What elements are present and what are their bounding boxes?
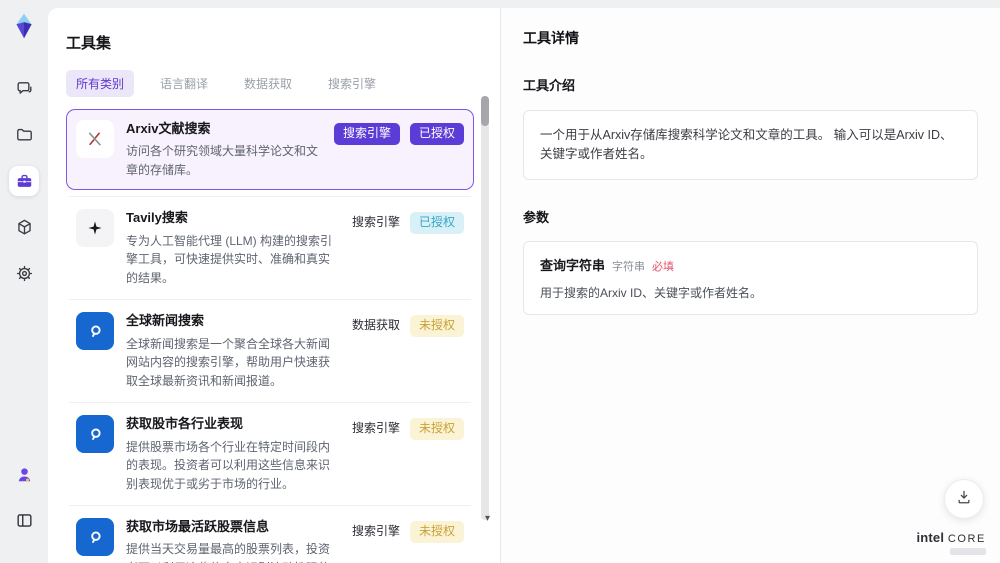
category-badge: 数据获取 bbox=[351, 318, 400, 333]
tool-title: 全球新闻搜索 bbox=[126, 313, 205, 329]
brand-core-text: CORE bbox=[947, 533, 986, 545]
sidebar-item-toolset[interactable] bbox=[9, 166, 39, 196]
tab-translation[interactable]: 语言翻译 bbox=[150, 70, 218, 97]
sidebar-item-collapse[interactable] bbox=[9, 505, 39, 535]
arxiv-logo-icon bbox=[76, 120, 114, 158]
tool-title: 获取股市各行业表现 bbox=[126, 416, 244, 432]
tool-intro-box: 一个用于从Arxiv存储库搜索科学论文和文章的工具。 输入可以是Arxiv ID… bbox=[523, 110, 978, 180]
left-sidebar bbox=[0, 0, 48, 563]
list-divider bbox=[69, 299, 471, 301]
auth-status-badge: 已授权 bbox=[409, 212, 464, 234]
category-badge: 搜索引擎 bbox=[351, 215, 400, 230]
tavily-star-icon bbox=[76, 209, 114, 248]
category-badge: 搜索引擎 bbox=[351, 524, 400, 539]
scroll-down-arrow-icon[interactable]: ▾ bbox=[485, 514, 490, 524]
tool-card-arxiv[interactable]: Arxiv文献搜索 访问各个研究领域大量科学论文和文章的存储库。 搜索引擎 已授… bbox=[66, 109, 474, 191]
folder-icon bbox=[15, 126, 34, 145]
download-button[interactable] bbox=[944, 479, 984, 519]
toolset-panel: 工具集 所有类别 语言翻译 数据获取 搜索引擎 Arxiv文献搜索 访问各个研究… bbox=[48, 8, 500, 563]
tool-card-most-active-stocks[interactable]: 获取市场最活跃股票信息 提供当天交易量最高的股票列表，投资者可以利用这些信息来识… bbox=[66, 507, 474, 563]
tool-description: 提供股票市场各个行业在特定时间段内的表现。投资者可以利用这些信息来识别表现优于或… bbox=[126, 439, 331, 491]
sidebar-item-settings[interactable] bbox=[9, 258, 39, 288]
tool-card-sector-performance[interactable]: 获取股市各行业表现 提供股票市场各个行业在特定时间段内的表现。投资者可以利用这些… bbox=[66, 404, 474, 504]
tool-intro-text: 一个用于从Arxiv存储库搜索科学论文和文章的工具。 输入可以是Arxiv ID… bbox=[540, 128, 953, 161]
auth-status-badge: 已授权 bbox=[409, 123, 464, 145]
tool-description: 专为人工智能代理 (LLM) 构建的搜索引擎工具，可快速提供实时、准确和真实的结… bbox=[126, 233, 333, 285]
list-divider bbox=[69, 505, 471, 507]
category-tabs: 所有类别 语言翻译 数据获取 搜索引擎 bbox=[66, 70, 474, 97]
auth-status-badge: 未授权 bbox=[409, 418, 464, 440]
param-required-flag: 必填 bbox=[652, 260, 675, 273]
tool-title: Tavily搜索 bbox=[126, 210, 188, 226]
brand-intel-text: intel bbox=[916, 530, 945, 545]
settings-gear-icon bbox=[15, 264, 34, 283]
param-name: 查询字符串 bbox=[540, 257, 606, 273]
tool-card-global-news[interactable]: 全球新闻搜索 全球新闻搜索是一个聚合全球各大新闻网站内容的搜索引擎，帮助用户快速… bbox=[66, 301, 474, 401]
tab-all-categories[interactable]: 所有类别 bbox=[66, 70, 135, 97]
chat-icon bbox=[15, 80, 34, 99]
param-description: 用于搜索的Arxiv ID、关键字或作者姓名。 bbox=[540, 285, 763, 300]
sidebar-item-models[interactable] bbox=[9, 212, 39, 242]
cube-icon bbox=[15, 218, 34, 237]
page-title: 工具集 bbox=[66, 35, 112, 52]
sidebar-item-chat[interactable] bbox=[9, 74, 39, 104]
news-search-icon bbox=[76, 415, 114, 454]
list-divider bbox=[69, 196, 471, 198]
tab-search-engine[interactable]: 搜索引擎 bbox=[318, 70, 386, 97]
user-avatar-icon bbox=[15, 465, 34, 484]
list-divider bbox=[69, 402, 471, 404]
tool-title: Arxiv文献搜索 bbox=[126, 121, 211, 136]
tool-description: 全球新闻搜索是一个聚合全球各大新闻网站内容的搜索引擎，帮助用户快速获取全球最新资… bbox=[126, 336, 331, 388]
category-badge: 搜索引擎 bbox=[351, 421, 400, 436]
panel-toggle-icon bbox=[15, 511, 34, 530]
parameter-card: 查询字符串 字符串 必填 用于搜索的Arxiv ID、关键字或作者姓名。 bbox=[523, 240, 978, 315]
intel-core-logo: intel CORE bbox=[916, 530, 986, 555]
intro-heading: 工具介绍 bbox=[523, 78, 576, 93]
param-type: 字符串 bbox=[612, 260, 646, 273]
auth-status-badge: 未授权 bbox=[409, 315, 464, 337]
main-content: 工具集 所有类别 语言翻译 数据获取 搜索引擎 Arxiv文献搜索 访问各个研究… bbox=[48, 8, 1000, 563]
details-title: 工具详情 bbox=[523, 30, 579, 46]
tool-list: Arxiv文献搜索 访问各个研究领域大量科学论文和文章的存储库。 搜索引擎 已授… bbox=[66, 109, 474, 563]
auth-status-badge: 未授权 bbox=[409, 521, 464, 543]
news-search-icon bbox=[76, 312, 114, 351]
tool-card-tavily[interactable]: Tavily搜索 专为人工智能代理 (LLM) 构建的搜索引擎工具，可快速提供实… bbox=[66, 198, 474, 298]
tool-title: 获取市场最活跃股票信息 bbox=[126, 519, 270, 535]
brand-sub-mark bbox=[950, 548, 986, 555]
sidebar-item-files[interactable] bbox=[9, 120, 39, 150]
category-badge: 搜索引擎 bbox=[333, 123, 400, 145]
tool-details-panel: 工具详情 工具介绍 一个用于从Arxiv存储库搜索科学论文和文章的工具。 输入可… bbox=[500, 8, 1000, 563]
sidebar-item-account[interactable] bbox=[9, 459, 39, 489]
tab-data-fetch[interactable]: 数据获取 bbox=[234, 70, 302, 97]
tool-description: 提供当天交易量最高的股票列表，投资者可以利用这些信息来识别流动性强的股票和潜在的… bbox=[126, 542, 331, 563]
download-icon bbox=[955, 488, 973, 511]
toolbox-briefcase-icon bbox=[15, 172, 34, 191]
scrollbar-track[interactable] bbox=[481, 96, 489, 520]
news-search-icon bbox=[76, 518, 114, 557]
app-gem-logo bbox=[10, 12, 38, 40]
params-heading: 参数 bbox=[523, 209, 550, 225]
tool-description: 访问各个研究领域大量科学论文和文章的存储库。 bbox=[126, 144, 319, 177]
scrollbar-thumb[interactable] bbox=[481, 96, 489, 126]
